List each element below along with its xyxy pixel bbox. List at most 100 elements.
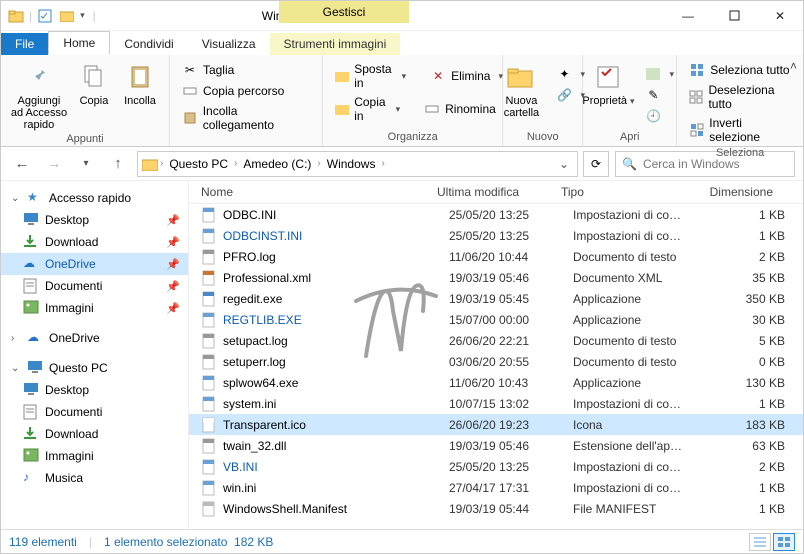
file-name: Professional.xml [223, 271, 449, 285]
sidebar-item[interactable]: Download📌 [1, 231, 188, 253]
history-button[interactable]: 🕘 [641, 107, 678, 125]
file-modified: 19/03/19 05:46 [449, 439, 573, 453]
file-row[interactable]: WindowsShell.Manifest 19/03/19 05:44 Fil… [189, 498, 803, 519]
select-none-button[interactable]: Deseleziona tutto [685, 82, 795, 112]
copy-button[interactable]: Copia [74, 61, 114, 107]
file-type: Impostazioni di co… [573, 397, 717, 411]
file-icon [201, 459, 217, 475]
open-button[interactable] [641, 65, 678, 83]
tab-image-tools[interactable]: Strumenti immagini [270, 33, 401, 55]
sidebar-item[interactable]: Desktop📌 [1, 209, 188, 231]
ribbon-collapse-icon[interactable]: ˄ [790, 59, 797, 73]
file-row[interactable]: twain_32.dll 19/03/19 05:46 Estensione d… [189, 435, 803, 456]
col-type[interactable]: Tipo [561, 185, 705, 199]
file-modified: 25/05/20 13:25 [449, 208, 573, 222]
sidebar-item[interactable]: Documenti [1, 401, 188, 423]
up-button[interactable]: ↑ [105, 151, 131, 177]
delete-button[interactable]: ✕Elimina [426, 61, 507, 91]
tab-home[interactable]: Home [48, 31, 110, 55]
view-thumbnails-button[interactable] [773, 533, 795, 551]
qat-dropdown-icon[interactable]: ▾ [80, 10, 85, 21]
file-modified: 10/07/15 13:02 [449, 397, 573, 411]
file-size: 0 KB [717, 355, 797, 369]
invert-selection-button[interactable]: Inverti selezione [685, 115, 795, 145]
file-type: Documento di testo [573, 355, 717, 369]
file-modified: 19/03/19 05:46 [449, 271, 573, 285]
view-details-button[interactable] [749, 533, 771, 551]
checklist-icon[interactable] [36, 5, 54, 27]
file-row[interactable]: win.ini 27/04/17 17:31 Impostazioni di c… [189, 477, 803, 498]
file-row[interactable]: setupact.log 26/06/20 22:21 Documento di… [189, 330, 803, 351]
folder-small-icon[interactable] [58, 5, 76, 27]
new-folder-button[interactable]: Nuova cartella [496, 61, 546, 119]
tab-share[interactable]: Condividi [110, 33, 187, 55]
file-name: system.ini [223, 397, 449, 411]
breadcrumb[interactable]: Questo PC [165, 155, 232, 173]
tab-file[interactable]: File [1, 33, 48, 55]
file-row[interactable]: system.ini 10/07/15 13:02 Impostazioni d… [189, 393, 803, 414]
breadcrumb[interactable]: Amedeo (C:) [239, 155, 315, 173]
ribbon: ˄ Aggiungi ad Accesso rapido Copia Incol… [1, 55, 803, 147]
copy-path-button[interactable]: Copia percorso [178, 82, 288, 100]
breadcrumb[interactable]: Windows [323, 155, 380, 173]
sidebar-onedrive[interactable]: ›☁OneDrive [1, 327, 188, 349]
sidebar-item[interactable]: Documenti📌 [1, 275, 188, 297]
sidebar-item[interactable]: Immagini📌 [1, 297, 188, 319]
sidebar-icon [23, 426, 39, 442]
tab-view[interactable]: Visualizza [188, 33, 270, 55]
file-row[interactable]: VB.INI 25/05/20 13:25 Impostazioni di co… [189, 456, 803, 477]
col-size[interactable]: Dimensione [705, 185, 785, 199]
file-icon [201, 480, 217, 496]
file-icon [201, 228, 217, 244]
col-modified[interactable]: Ultima modifica [437, 185, 561, 199]
rename-button[interactable]: Rinomina [420, 94, 500, 124]
file-row[interactable]: splwow64.exe 11/06/20 10:43 Applicazione… [189, 372, 803, 393]
file-row[interactable]: ODBCINST.INI 25/05/20 13:25 Impostazioni… [189, 225, 803, 246]
properties-button[interactable]: Proprietà [581, 61, 635, 107]
sidebar-this-pc[interactable]: ⌄Questo PC [1, 357, 188, 379]
edit-icon: ✎ [645, 87, 661, 103]
file-row[interactable]: Transparent.ico 26/06/20 19:23 Icona 183… [189, 414, 803, 435]
refresh-button[interactable]: ⟳ [583, 151, 609, 177]
sidebar-item[interactable]: ☁OneDrive📌 [1, 253, 188, 275]
file-icon [201, 396, 217, 412]
move-to-button[interactable]: Sposta in [331, 61, 410, 91]
pin-quick-access-button[interactable]: Aggiungi ad Accesso rapido [10, 61, 68, 131]
sidebar-item[interactable]: Download [1, 423, 188, 445]
edit-button[interactable]: ✎ [641, 86, 678, 104]
recent-dropdown-icon[interactable]: ▾ [73, 151, 99, 177]
sidebar-item[interactable]: Immagini [1, 445, 188, 467]
file-row[interactable]: regedit.exe 19/03/19 05:45 Applicazione … [189, 288, 803, 309]
file-modified: 26/06/20 19:23 [449, 418, 573, 432]
sidebar-quick-access[interactable]: ⌄★Accesso rapido [1, 187, 188, 209]
select-all-button[interactable]: Seleziona tutto [685, 61, 793, 79]
contextual-tab-label: Gestisci [279, 1, 409, 23]
column-headers[interactable]: Nome Ultima modifica Tipo Dimensione [189, 181, 803, 204]
file-row[interactable]: PFRO.log 11/06/20 10:44 Documento di tes… [189, 246, 803, 267]
close-button[interactable]: ✕ [757, 1, 803, 31]
file-row[interactable]: REGTLIB.EXE 15/07/00 00:00 Applicazione … [189, 309, 803, 330]
file-row[interactable]: setuperr.log 03/06/20 20:55 Documento di… [189, 351, 803, 372]
paste-shortcut-button[interactable]: Incolla collegamento [178, 103, 314, 133]
sidebar-item[interactable]: ♪Musica [1, 467, 188, 489]
folder-icon[interactable] [7, 5, 25, 27]
invert-icon [689, 122, 704, 138]
sidebar-icon [23, 404, 39, 420]
address-dropdown-icon[interactable]: ⌄ [555, 157, 573, 171]
file-modified: 25/05/20 13:25 [449, 460, 573, 474]
address-bar[interactable]: › Questo PC› Amedeo (C:)› Windows› ⌄ [137, 151, 578, 177]
minimize-button[interactable]: — [665, 1, 711, 31]
maximize-button[interactable] [711, 1, 757, 31]
back-button[interactable]: ← [9, 151, 35, 177]
file-row[interactable]: Professional.xml 19/03/19 05:46 Document… [189, 267, 803, 288]
col-name[interactable]: Nome [189, 185, 437, 199]
status-bar: 119 elementi | 1 elemento selezionato 18… [1, 529, 803, 553]
paste-button[interactable]: Incolla [120, 61, 160, 107]
cut-button[interactable]: ✂Taglia [178, 61, 238, 79]
file-row[interactable]: ODBC.INI 25/05/20 13:25 Impostazioni di … [189, 204, 803, 225]
copy-to-button[interactable]: Copia in [331, 94, 404, 124]
forward-button[interactable]: → [41, 151, 67, 177]
file-type: Estensione dell'ap… [573, 439, 717, 453]
sidebar-item[interactable]: Desktop [1, 379, 188, 401]
file-size: 1 KB [717, 481, 797, 495]
